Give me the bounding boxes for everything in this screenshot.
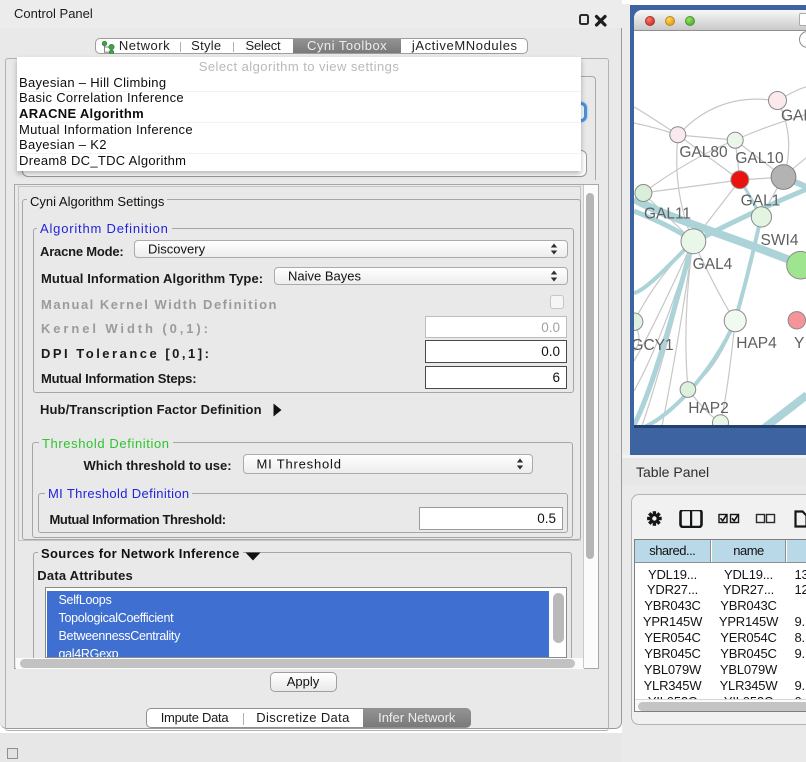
svg-text:HAP4: HAP4 <box>736 334 777 351</box>
svg-text:GAL11: GAL11 <box>643 205 690 222</box>
svg-text:GAL: GAL <box>781 107 806 124</box>
svg-text:GAL4: GAL4 <box>692 255 732 272</box>
svg-text:GCY1: GCY1 <box>634 337 674 354</box>
svg-text:GAL80: GAL80 <box>679 144 728 161</box>
svg-text:GAL1: GAL1 <box>740 192 780 209</box>
svg-text:GAL10: GAL10 <box>735 150 784 167</box>
svg-text:Y: Y <box>794 334 804 351</box>
svg-text:HAP2: HAP2 <box>688 400 729 417</box>
svg-text:SWI4: SWI4 <box>760 232 798 249</box>
